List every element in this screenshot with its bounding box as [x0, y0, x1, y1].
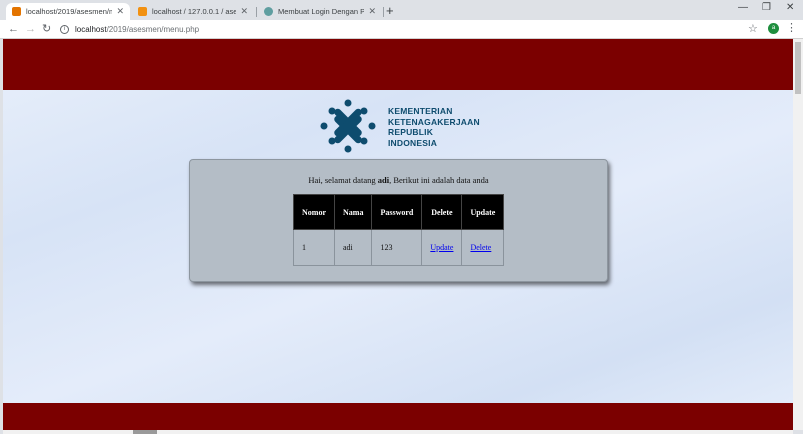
kemnaker-logo-icon [320, 99, 376, 153]
horizontal-scrollbar[interactable] [3, 430, 793, 434]
user-data-table: Nomor Nama Password Delete Update 1 adi … [293, 194, 505, 266]
cell-password: 123 [371, 229, 423, 266]
tab-strip: localhost/2019/asesmen/menu.p ✕ localhos… [0, 0, 803, 20]
info-icon[interactable]: i [60, 24, 69, 34]
browser-toolbar: ← → ↻ i localhost/2019/asesmen/menu.php … [0, 20, 803, 39]
tab-title: localhost / 127.0.0.1 / asesmen / [152, 7, 237, 16]
close-icon[interactable]: ✕ [368, 6, 376, 17]
ministry-line: REPUBLIK [388, 127, 434, 137]
data-panel: Hai, selamat datang adi, Berikut ini ada… [189, 159, 608, 282]
globe-icon [264, 7, 273, 16]
tab-title: localhost/2019/asesmen/menu.p [26, 7, 113, 16]
update-link[interactable]: Update [430, 243, 453, 252]
cell-update: Update [421, 229, 463, 266]
column-header-password: Password [371, 194, 423, 230]
greeting-text: Hai, selamat datang adi, Berikut ini ada… [190, 175, 607, 185]
tab-phpmyadmin[interactable]: localhost / 127.0.0.1 / asesmen / ✕ [132, 3, 254, 20]
vertical-scrollbar[interactable] [793, 39, 803, 430]
ministry-line: KETENAGAKERJAAN [388, 116, 480, 127]
column-header-update: Update [461, 194, 505, 230]
minimize-button[interactable]: — [738, 2, 748, 13]
more-options-icon[interactable]: ⋮ [786, 21, 797, 34]
delete-link[interactable]: Delete [470, 243, 491, 252]
header-bar [3, 39, 793, 90]
column-header-nomor: Nomor [293, 194, 335, 230]
avatar[interactable]: a [768, 23, 779, 34]
url-host: localhost [75, 24, 107, 34]
forward-icon[interactable]: → [25, 22, 36, 36]
ministry-name: KEMENTERIAN KETENAGAKERJAAN REPUBLIK IND… [388, 106, 480, 148]
tab-menu-php[interactable]: localhost/2019/asesmen/menu.p ✕ [6, 3, 130, 20]
column-header-delete: Delete [421, 194, 463, 230]
tab-divider [256, 7, 257, 17]
scrollbar-thumb[interactable] [133, 430, 157, 434]
tab-divider [383, 7, 384, 17]
greeting-suffix: , Berikut ini adalah data anda [389, 175, 489, 185]
address-bar[interactable]: i localhost/2019/asesmen/menu.php [60, 22, 740, 36]
back-icon[interactable]: ← [8, 22, 19, 36]
cell-nama: adi [333, 229, 373, 266]
page-content: KEMENTERIAN KETENAGAKERJAAN REPUBLIK IND… [3, 39, 793, 430]
new-tab-button[interactable]: + [386, 4, 394, 17]
footer-bar [3, 403, 793, 430]
close-icon[interactable]: ✕ [240, 6, 248, 17]
column-header-nama: Nama [333, 194, 373, 230]
tab-title: Membuat Login Dengan PHP da [278, 7, 365, 16]
greeting-prefix: Hai, selamat datang [308, 175, 378, 185]
ministry-line: INDONESIA [388, 137, 438, 148]
cell-delete: Delete [461, 229, 505, 266]
scrollbar-thumb[interactable] [795, 42, 801, 94]
table-row: 1 adi 123 Update Delete [293, 229, 505, 266]
sail-icon [138, 7, 147, 16]
table-header-row: Nomor Nama Password Delete Update [293, 194, 505, 230]
cell-nomor: 1 [293, 229, 335, 266]
url-path: /2019/asesmen/menu.php [106, 24, 200, 34]
close-window-button[interactable]: ✕ [786, 2, 794, 13]
reload-icon[interactable]: ↻ [42, 22, 51, 36]
maximize-button[interactable]: ❐ [762, 2, 771, 13]
ministry-line: KEMENTERIAN [388, 106, 453, 116]
bookmark-star-icon[interactable]: ☆ [748, 22, 758, 35]
page-icon [12, 7, 21, 16]
close-icon[interactable]: ✕ [116, 6, 124, 17]
tab-login-php[interactable]: Membuat Login Dengan PHP da ✕ [258, 3, 382, 20]
greeting-user: adi [377, 175, 390, 185]
